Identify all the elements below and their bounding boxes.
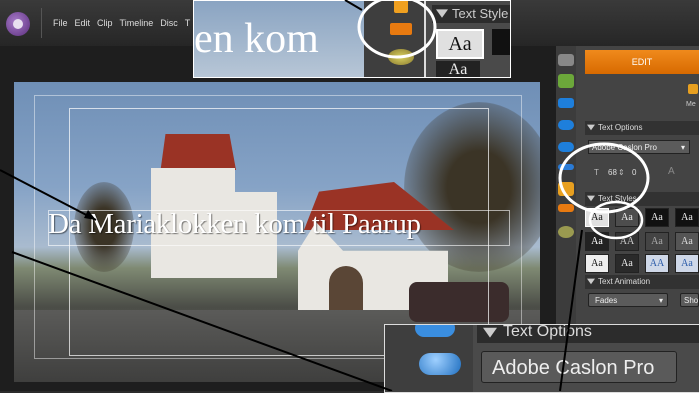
main-menu: File Edit Clip Timeline Disc T (53, 18, 190, 28)
font-family-select[interactable]: Adobe Caslon Pro ▾ (588, 140, 690, 154)
zoom-title-text: en kom (194, 16, 319, 62)
zoom-style-swatch: Aa (436, 29, 484, 59)
rounded-rect-tool-icon (415, 325, 455, 337)
style-swatch[interactable]: Aa (645, 232, 669, 251)
media-icon[interactable] (688, 84, 698, 94)
menu-disc[interactable]: Disc (160, 18, 178, 28)
collapse-triangle-icon (587, 195, 595, 202)
text-animation-header[interactable]: Text Animation (585, 275, 699, 289)
line-tool-icon[interactable] (558, 164, 574, 170)
zoom-text-options-label: Text Options (503, 324, 592, 340)
style-swatch[interactable]: Aa (585, 232, 609, 251)
app-logo-icon (6, 12, 30, 36)
zoom-callout-top: en kom Text Style Aa Aa (193, 0, 511, 78)
zoom-style-swatch: Aa (436, 61, 480, 77)
rectangle-tool-icon[interactable] (558, 98, 574, 108)
chevron-down-icon: ▾ (658, 296, 663, 305)
style-swatch[interactable]: Aa (675, 232, 699, 251)
leading-icon: ⇕ (618, 168, 625, 177)
menu-edit[interactable]: Edit (75, 18, 91, 28)
kerning-icon: A (668, 166, 675, 177)
style-swatch[interactable]: Aa (645, 208, 669, 227)
text-animation-label: Text Animation (598, 277, 651, 286)
title-text[interactable]: Da Mariaklokken kom til Paarup (48, 208, 518, 241)
text-tool-icon[interactable] (558, 74, 574, 88)
text-styles-grid: Aa Aa Aa Aa Aa AA Aa Aa Aa Aa AA Aa (585, 208, 699, 273)
font-family-value: Adobe Caslon Pro (592, 143, 657, 152)
zoom-font-field: Adobe Caslon Pro (481, 351, 677, 383)
zoom-text-styles-label: Text Style (452, 6, 509, 21)
style-swatch[interactable]: AA (615, 232, 639, 251)
align-tool-icon[interactable] (558, 204, 574, 212)
zoom-style-swatch-partial (492, 29, 510, 55)
text-options-label: Text Options (598, 123, 643, 132)
color-palette-icon (388, 49, 414, 65)
menu-timeline[interactable]: Timeline (120, 18, 154, 28)
style-swatch[interactable]: Aa (615, 208, 639, 227)
style-swatch[interactable]: AA (645, 254, 669, 273)
show-button[interactable]: Sho (680, 293, 699, 307)
zoom-text-options-header: Text Options (477, 325, 699, 343)
text-styles-header[interactable]: Text Styles (585, 192, 699, 206)
zoom-callout-bottom: Text Options Adobe Caslon Pro (384, 324, 699, 393)
media-label: Me (686, 101, 696, 108)
style-swatch[interactable]: Aa (585, 208, 609, 227)
arrange-tool-icon (394, 1, 408, 13)
style-swatch[interactable]: Aa (615, 254, 639, 273)
ellipse-tool-icon (419, 353, 461, 375)
chevron-down-icon: ▾ (680, 143, 685, 152)
animation-value: Fades (595, 296, 618, 305)
menu-clip[interactable]: Clip (97, 18, 113, 28)
select-tool-icon[interactable] (558, 54, 574, 66)
text-options-header[interactable]: Text Options (585, 121, 699, 135)
style-swatch[interactable]: Aa (675, 208, 699, 227)
zoom-text-styles-header: Text Style (432, 5, 510, 23)
edit-tab[interactable]: EDIT (585, 50, 699, 74)
font-size-value[interactable]: 68 (608, 168, 617, 177)
align-tool-icon (390, 23, 412, 35)
leading-value[interactable]: 0 (632, 168, 636, 177)
arrange-tool-icon[interactable] (558, 182, 574, 196)
collapse-triangle-icon (483, 327, 497, 338)
style-swatch[interactable]: Aa (585, 254, 609, 273)
rounded-rect-tool-icon[interactable] (558, 142, 574, 152)
menubar-divider (41, 8, 42, 38)
collapse-triangle-icon (587, 278, 595, 285)
color-palette-icon[interactable] (558, 226, 574, 238)
style-swatch[interactable]: Aa (675, 254, 699, 273)
animation-select[interactable]: Fades ▾ (588, 293, 668, 307)
menu-file[interactable]: File (53, 18, 68, 28)
font-size-icon: T (594, 168, 599, 177)
zoom-tools-strip (364, 1, 424, 77)
collapse-triangle-icon (436, 9, 448, 18)
ellipse-tool-icon[interactable] (558, 120, 574, 130)
menu-title[interactable]: T (185, 18, 191, 28)
collapse-triangle-icon (587, 124, 595, 131)
text-styles-label: Text Styles (598, 194, 637, 203)
